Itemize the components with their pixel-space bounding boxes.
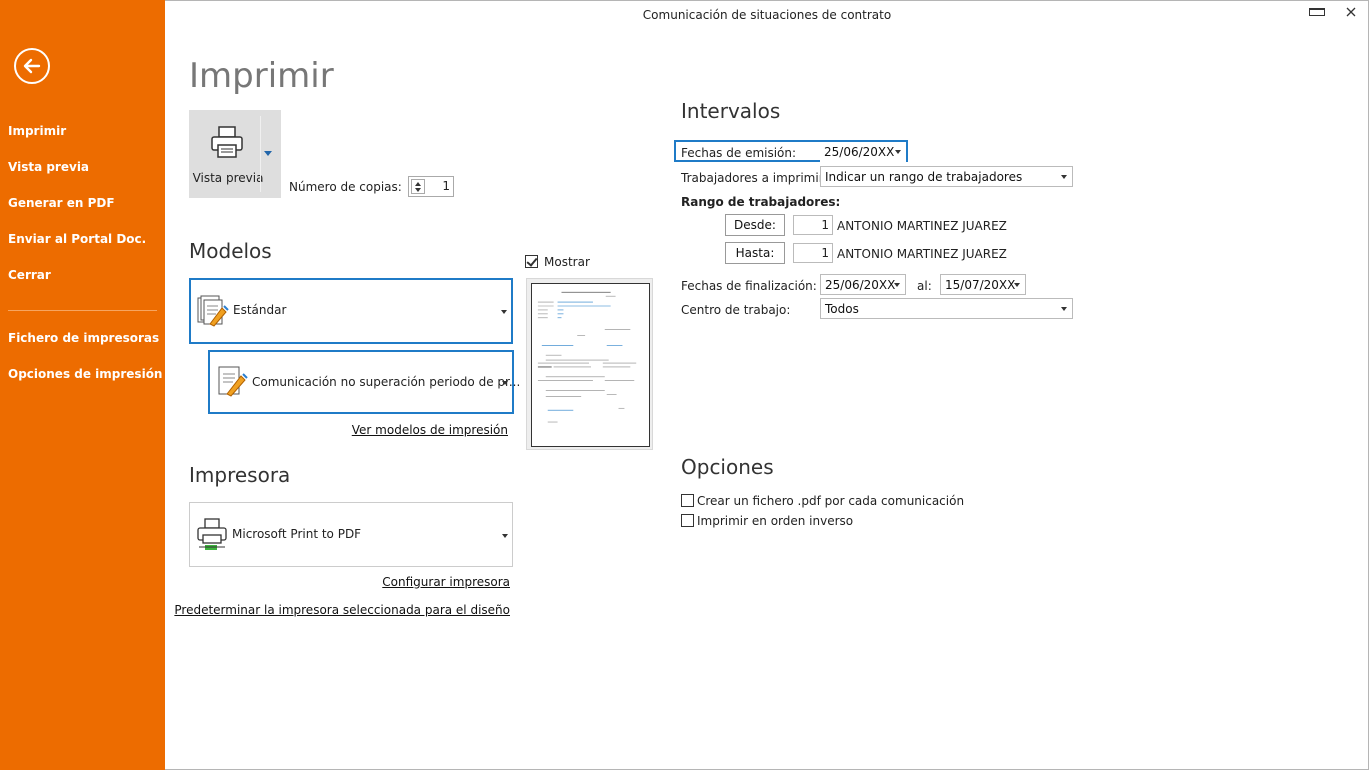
from-name: ANTONIO MARTINEZ JUAREZ <box>837 219 1007 233</box>
chevron-down-icon[interactable] <box>1014 283 1020 287</box>
preview-button-label: Vista previa <box>192 171 264 185</box>
printer-icon <box>211 126 243 158</box>
printer-value: Microsoft Print to PDF <box>232 527 362 541</box>
chevron-down-icon[interactable] <box>894 283 900 287</box>
preview-button[interactable]: Vista previa <box>189 110 281 198</box>
from-input[interactable]: 1 <box>793 215 833 235</box>
issue-date-value: 25/06/20XX <box>824 145 895 159</box>
sidebar-item-enviar-portal[interactable]: Enviar al Portal Doc. <box>0 226 165 262</box>
end-to-value: 15/07/20XX <box>945 278 1016 292</box>
workplace-select[interactable]: Todos <box>820 298 1073 319</box>
chevron-down-icon[interactable] <box>501 310 507 314</box>
sidebar-item-generar-pdf[interactable]: Generar en PDF <box>0 190 165 226</box>
close-icon <box>1346 7 1356 17</box>
from-button[interactable]: Desde: <box>725 214 785 236</box>
sidebar-item-imprimir[interactable]: Imprimir <box>0 118 165 154</box>
to-input[interactable]: 1 <box>793 243 833 263</box>
to-button[interactable]: Hasta: <box>725 242 785 264</box>
end-dates-label: Fechas de finalización: <box>681 279 817 293</box>
configure-printer-link[interactable]: Configurar impresora <box>382 575 510 589</box>
copies-value[interactable]: 1 <box>442 179 450 193</box>
chevron-down-icon[interactable] <box>895 150 901 154</box>
view-models-link[interactable]: Ver modelos de impresión <box>352 423 508 437</box>
model-primary-select[interactable]: Estándar <box>189 278 513 344</box>
copies-label: Número de copias: <box>289 180 402 194</box>
workers-value: Indicar un rango de trabajadores <box>825 170 1023 184</box>
issue-dates-label: Fechas de emisión: <box>681 146 797 160</box>
end-to-select[interactable]: 15/07/20XX <box>940 274 1026 295</box>
split-divider <box>260 116 261 192</box>
printer-icon <box>197 518 227 550</box>
sidebar-item-fichero-impresoras[interactable]: Fichero de impresoras <box>0 325 165 361</box>
model-primary-value: Estándar <box>233 303 287 317</box>
workers-select[interactable]: Indicar un rango de trabajadores <box>820 166 1073 187</box>
show-preview-checkbox[interactable] <box>525 255 538 268</box>
issue-date-select[interactable]: 25/06/20XX <box>820 142 906 163</box>
arrow-down-icon[interactable] <box>415 188 421 192</box>
models-heading: Modelos <box>189 239 272 263</box>
copies-stepper[interactable]: 1 <box>408 176 454 197</box>
close-button[interactable] <box>1343 4 1359 20</box>
document-preview-page <box>531 283 650 447</box>
default-printer-link[interactable]: Predeterminar la impresora seleccionada … <box>174 603 510 617</box>
printer-heading: Impresora <box>189 463 291 487</box>
window-title: Comunicación de situaciones de contrato <box>642 8 892 22</box>
model-secondary-value: Comunicación no superación periodo de pr… <box>252 375 521 389</box>
document-edit-icon <box>218 366 248 397</box>
sidebar-item-cerrar[interactable]: Cerrar <box>0 262 165 298</box>
document-stack-icon <box>197 295 229 327</box>
chevron-down-icon[interactable] <box>1061 175 1067 179</box>
workplace-value: Todos <box>825 302 859 316</box>
maximize-icon <box>1309 8 1325 16</box>
reverse-order-label: Imprimir en orden inverso <box>697 514 854 528</box>
sidebar-divider <box>8 310 157 311</box>
sidebar-item-vista-previa[interactable]: Vista previa <box>0 154 165 190</box>
range-label: Rango de trabajadores: <box>681 195 841 209</box>
show-preview-label: Mostrar <box>544 255 590 269</box>
document-thumbnail <box>526 278 653 450</box>
chevron-down-icon[interactable] <box>264 151 272 156</box>
reverse-order-checkbox[interactable] <box>681 514 694 527</box>
sidebar-nav: Imprimir Vista previa Generar en PDF Env… <box>0 118 165 397</box>
workers-label: Trabajadores a imprimir: <box>681 171 828 185</box>
printer-select[interactable]: Microsoft Print to PDF <box>189 502 513 567</box>
stepper-arrows[interactable] <box>411 179 425 194</box>
pdf-each-checkbox[interactable] <box>681 494 694 507</box>
to-name: ANTONIO MARTINEZ JUAREZ <box>837 247 1007 261</box>
intervals-heading: Intervalos <box>681 99 781 123</box>
chevron-down-icon[interactable] <box>1061 307 1067 311</box>
sidebar-item-opciones-impresion[interactable]: Opciones de impresión <box>0 361 165 397</box>
maximize-button[interactable] <box>1309 4 1325 20</box>
arrow-up-icon[interactable] <box>415 182 421 186</box>
pdf-each-label: Crear un fichero .pdf por cada comunicac… <box>697 494 965 508</box>
al-label: al: <box>917 279 932 293</box>
sidebar: Imprimir Vista previa Generar en PDF Env… <box>0 0 165 770</box>
back-button[interactable] <box>14 48 50 84</box>
chevron-down-icon[interactable] <box>502 381 508 385</box>
arrow-left-icon <box>23 58 41 74</box>
workplace-label: Centro de trabajo: <box>681 303 791 317</box>
end-from-value: 25/06/20XX <box>825 278 896 292</box>
end-from-select[interactable]: 25/06/20XX <box>820 274 906 295</box>
window-controls <box>1309 4 1359 20</box>
page-title: Imprimir <box>189 56 334 96</box>
model-secondary-select[interactable]: Comunicación no superación periodo de pr… <box>208 350 520 414</box>
chevron-down-icon[interactable] <box>502 534 508 538</box>
options-heading: Opciones <box>681 455 774 479</box>
